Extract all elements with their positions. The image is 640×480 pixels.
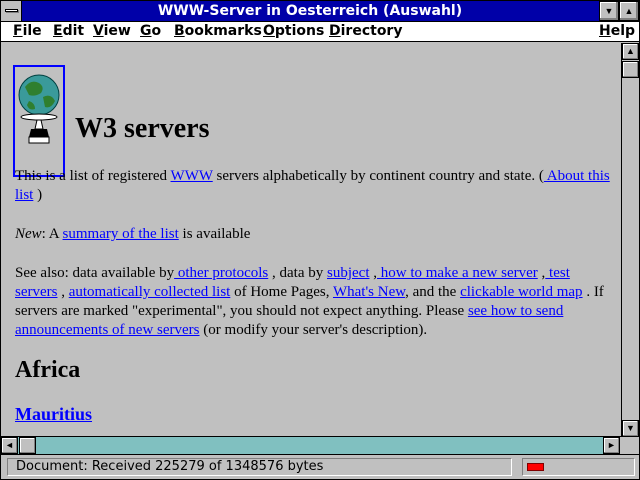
see-also-text: , <box>369 265 377 281</box>
world-map-link[interactable]: clickable world map <box>460 284 582 300</box>
menu-help[interactable]: Help <box>599 23 635 39</box>
see-also-text: , and the <box>405 284 461 300</box>
menu-edit-mnemonic: E <box>53 23 63 39</box>
menu-options-mnemonic: O <box>263 23 275 39</box>
status-text: Document: Received 225279 of 1348576 byt… <box>7 458 512 476</box>
scroll-left-button[interactable]: ◄ <box>1 437 18 454</box>
menu-view-label: iew <box>103 23 131 39</box>
see-also-text: of Home Pages, <box>230 284 333 300</box>
menu-help-label: elp <box>610 23 636 39</box>
scroll-corner <box>620 437 639 454</box>
menu-bookmarks[interactable]: Bookmarks <box>174 23 262 39</box>
vertical-scroll-thumb[interactable] <box>622 61 639 78</box>
scroll-right-button[interactable]: ► <box>603 437 620 454</box>
window-title: WWW-Server in Oesterreich (Auswahl) <box>157 3 463 19</box>
www-link[interactable]: WWW <box>171 168 213 184</box>
menu-directory-label: irectory <box>340 23 403 39</box>
menu-go-label: o <box>151 23 162 39</box>
vertical-scrollbar[interactable]: ▲ ▼ <box>621 43 639 437</box>
page-title: W3 servers <box>75 113 210 144</box>
up-arrow-icon: ▲ <box>626 46 635 56</box>
intro-text: ) <box>33 187 43 203</box>
menu-file-mnemonic: F <box>13 23 23 39</box>
left-arrow-icon: ◄ <box>5 440 14 450</box>
country-link-mauritius[interactable]: Mauritius <box>15 404 92 425</box>
new-label: New <box>15 226 42 242</box>
maximize-icon: ▲ <box>624 6 634 16</box>
menu-options-label: ptions <box>274 23 325 39</box>
down-arrow-icon: ▼ <box>626 423 635 433</box>
see-also-text: (or modify your server's description). <box>199 322 428 338</box>
scroll-down-button[interactable]: ▼ <box>622 420 639 437</box>
menu-bookmarks-mnemonic: B <box>174 23 185 39</box>
see-also-text: , data by <box>268 265 327 281</box>
menu-options[interactable]: Options <box>263 23 324 39</box>
auto-collected-link[interactable]: automatically collected list <box>69 284 231 300</box>
menu-view-mnemonic: V <box>93 23 104 39</box>
document-view: W3 servers This is a list of registered … <box>1 43 621 437</box>
menu-edit-label: dit <box>62 23 85 39</box>
menu-directory-mnemonic: D <box>329 23 341 39</box>
summary-link[interactable]: summary of the list <box>63 226 179 242</box>
section-heading-africa: Africa <box>15 357 81 383</box>
menu-view[interactable]: View <box>93 23 131 39</box>
globe-waiter-logo[interactable] <box>13 65 65 177</box>
whats-new-link[interactable]: What's New <box>333 284 405 300</box>
menu-bar: File Edit View Go Bookmarks Options Dire… <box>1 22 639 42</box>
new-summary-paragraph: New: A summary of the list is available <box>15 225 613 244</box>
browser-window: WWW-Server in Oesterreich (Auswahl) ▼ ▲ … <box>0 0 640 480</box>
title-bar: WWW-Server in Oesterreich (Auswahl) ▼ ▲ <box>1 1 639 22</box>
menu-help-mnemonic: H <box>599 23 611 39</box>
system-menu-button[interactable] <box>1 1 22 21</box>
menu-file[interactable]: File <box>13 23 42 39</box>
subject-link[interactable]: subject <box>327 265 370 281</box>
maximize-button[interactable]: ▲ <box>619 1 639 21</box>
minimize-icon: ▼ <box>604 6 614 16</box>
status-bar: Document: Received 225279 of 1348576 byt… <box>1 456 639 479</box>
minimize-button[interactable]: ▼ <box>599 1 619 21</box>
menu-go-mnemonic: G <box>140 23 152 39</box>
intro-paragraph: This is a list of registered WWW servers… <box>15 167 613 205</box>
new-text: is available <box>178 226 251 242</box>
see-also-text: , <box>57 284 69 300</box>
other-protocols-link[interactable]: other protocols <box>174 265 268 281</box>
new-text: : A <box>41 226 63 242</box>
progress-fill <box>527 463 545 471</box>
menu-file-label: ile <box>22 23 42 39</box>
scroll-up-button[interactable]: ▲ <box>622 43 639 60</box>
see-also-paragraph: See also: data available by other protoc… <box>15 264 613 340</box>
menu-bookmarks-label: ookmarks <box>184 23 262 39</box>
horizontal-scrollbar[interactable]: ◄ ► <box>1 437 639 455</box>
globe-icon <box>18 74 60 144</box>
intro-text: This is a list of registered <box>15 168 171 184</box>
menu-directory[interactable]: Directory <box>329 23 402 39</box>
menu-go[interactable]: Go <box>140 23 161 39</box>
system-menu-icon <box>5 9 18 12</box>
make-server-link[interactable]: how to make a new server <box>377 265 538 281</box>
horizontal-scroll-thumb[interactable] <box>19 437 36 454</box>
see-also-text: See also: data available by <box>15 265 175 281</box>
progress-indicator <box>522 458 635 476</box>
intro-text: servers alphabetically by continent coun… <box>212 168 544 184</box>
right-arrow-icon: ► <box>607 440 616 450</box>
menu-edit[interactable]: Edit <box>53 23 84 39</box>
